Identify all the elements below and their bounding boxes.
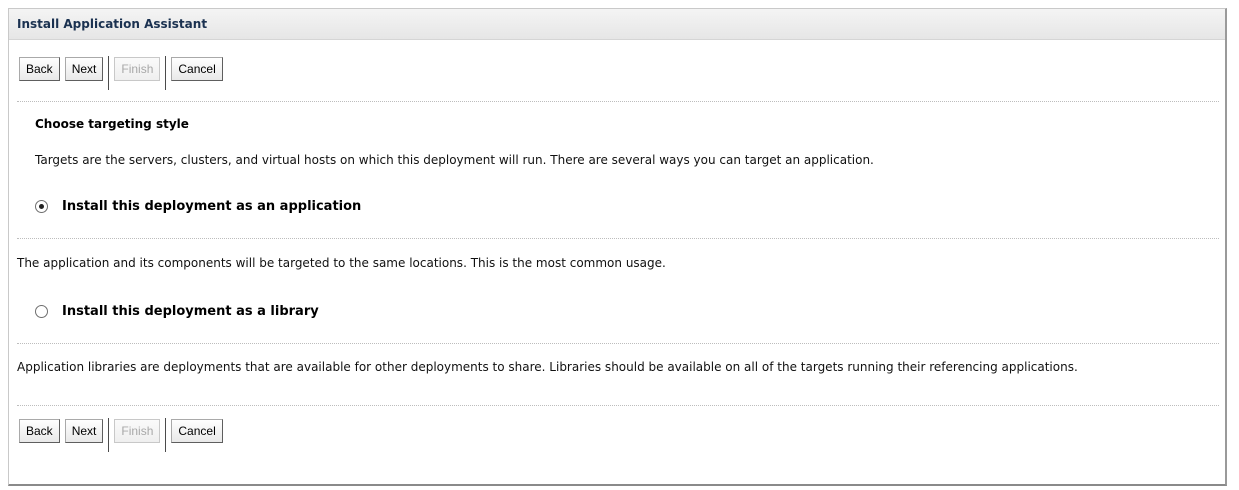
section-intro: Targets are the servers, clusters, and v…	[35, 153, 874, 167]
divider	[17, 405, 1219, 406]
divider	[17, 343, 1219, 344]
option-application[interactable]: Install this deployment as an applicatio…	[35, 199, 361, 214]
divider	[17, 101, 1219, 102]
option-library-description: Application libraries are deployments th…	[17, 360, 1078, 374]
finish-button: Finish	[114, 419, 161, 443]
back-button[interactable]: Back	[19, 419, 60, 443]
radio-application[interactable]	[35, 200, 48, 213]
panel-title: Install Application Assistant	[9, 9, 1225, 40]
next-button[interactable]: Next	[64, 57, 104, 81]
cancel-button[interactable]: Cancel	[171, 57, 223, 81]
option-application-description: The application and its components will …	[17, 256, 666, 270]
install-application-assistant-panel: Install Application Assistant Back Next …	[8, 8, 1227, 486]
button-separator	[165, 418, 167, 452]
top-button-bar: Back Next Finish Cancel	[19, 56, 228, 90]
section-heading: Choose targeting style	[35, 117, 189, 131]
option-application-label: Install this deployment as an applicatio…	[62, 199, 362, 214]
button-separator	[165, 56, 167, 90]
next-button[interactable]: Next	[64, 419, 104, 443]
option-library[interactable]: Install this deployment as a library	[35, 304, 319, 319]
back-button[interactable]: Back	[19, 57, 60, 81]
divider	[17, 238, 1219, 239]
cancel-button[interactable]: Cancel	[171, 419, 223, 443]
finish-button: Finish	[114, 57, 161, 81]
bottom-button-bar: Back Next Finish Cancel	[19, 418, 228, 452]
button-separator	[108, 56, 110, 90]
radio-library[interactable]	[35, 305, 48, 318]
button-separator	[108, 418, 110, 452]
option-library-label: Install this deployment as a library	[62, 304, 319, 319]
